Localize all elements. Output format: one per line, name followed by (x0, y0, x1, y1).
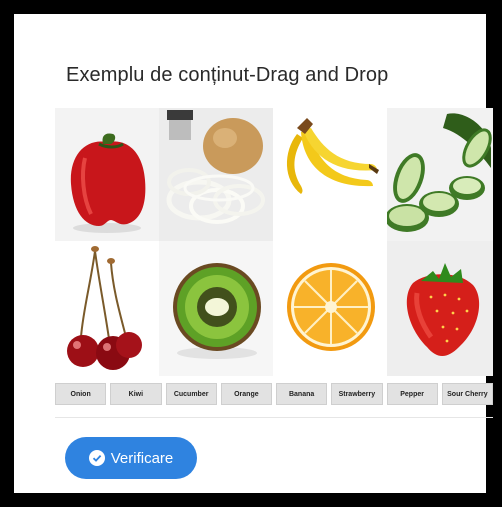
drop-tile-pepper[interactable] (55, 108, 159, 241)
label-onion[interactable]: Onion (55, 383, 107, 405)
divider (55, 417, 493, 418)
draggable-label-bank: Onion Kiwi Cucumber Orange Banana Strawb… (55, 383, 493, 405)
label-banana[interactable]: Banana (276, 383, 328, 405)
label-sour-cherry[interactable]: Sour Cherry (441, 383, 493, 405)
drop-tile-sour-cherry[interactable] (55, 241, 159, 376)
kiwi-image (159, 241, 273, 376)
drop-tile-strawberry[interactable] (387, 241, 493, 376)
onion-image (159, 108, 273, 241)
drop-tile-onion[interactable] (159, 108, 273, 241)
cucumber-image (387, 108, 493, 241)
check-circle-icon (88, 450, 105, 466)
image-grid (55, 108, 493, 376)
label-cucumber[interactable]: Cucumber (165, 383, 217, 405)
label-pepper[interactable]: Pepper (386, 383, 438, 405)
drop-tile-kiwi[interactable] (159, 241, 273, 376)
drop-tile-cucumber[interactable] (387, 108, 493, 241)
pepper-image (55, 108, 159, 241)
page-title: Exemplu de conținut-Drag and Drop (66, 64, 389, 86)
verify-button[interactable]: Verificare (65, 437, 197, 479)
orange-image (273, 241, 387, 376)
sour-cherry-image (55, 241, 159, 376)
strawberry-image (387, 241, 493, 376)
label-orange[interactable]: Orange (220, 383, 272, 405)
label-kiwi[interactable]: Kiwi (110, 383, 162, 405)
banana-image (273, 108, 387, 241)
label-strawberry[interactable]: Strawberry (331, 383, 383, 405)
activity-panel: Exemplu de conținut-Drag and Drop Onion … (14, 14, 493, 493)
verify-button-label: Verificare (110, 449, 174, 467)
drop-tile-orange[interactable] (273, 241, 387, 376)
drop-tile-banana[interactable] (273, 108, 387, 241)
